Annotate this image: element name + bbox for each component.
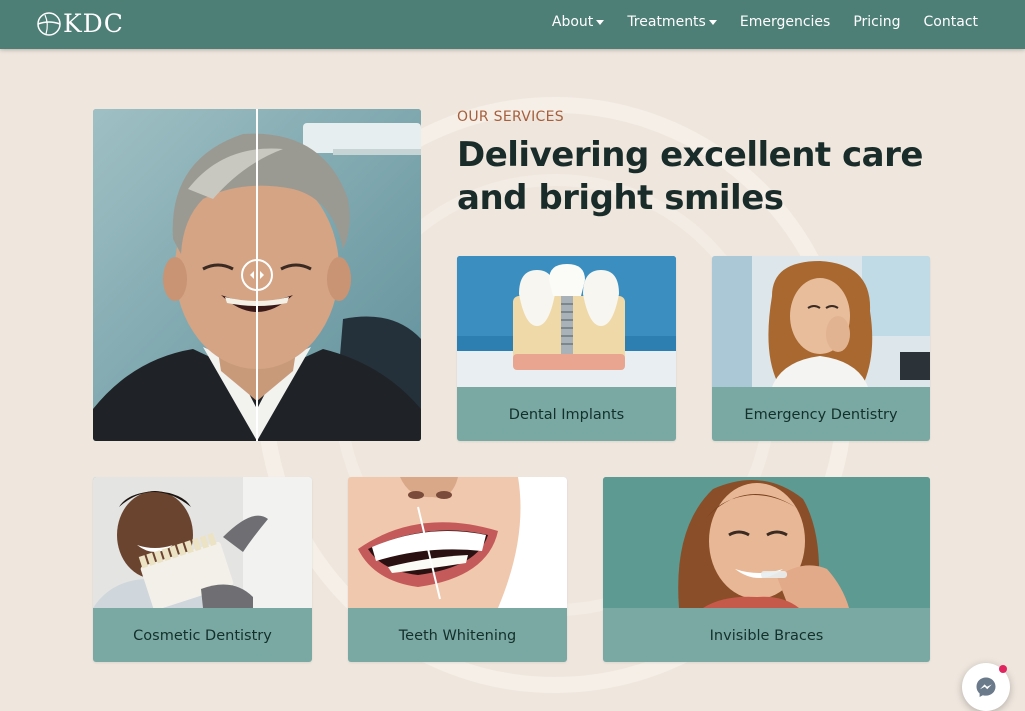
nav-contact-label: Contact [923, 14, 978, 30]
left-right-arrows-icon [250, 271, 264, 279]
top-navbar: KDC About Treatments Emergencies Pricing… [0, 0, 1025, 49]
nav-emergencies-label: Emergencies [739, 14, 831, 30]
smile-whitening-image [348, 477, 567, 608]
notification-dot [999, 665, 1007, 673]
service-card-dental-implants[interactable]: Dental Implants [457, 256, 676, 441]
nav-contact[interactable]: Contact [924, 14, 978, 30]
nav-pricing-label: Pricing [853, 14, 901, 30]
nav-about[interactable]: About [551, 14, 605, 30]
nav-emergencies[interactable]: Emergencies [740, 14, 830, 30]
nav-treatments[interactable]: Treatments [627, 14, 717, 30]
service-card-label: Invisible Braces [709, 627, 824, 644]
service-card-invisible-braces[interactable]: Invisible Braces [603, 477, 930, 662]
brand-logo[interactable]: KDC [34, 10, 124, 38]
service-card-label: Cosmetic Dentistry [133, 627, 272, 644]
clear-aligner-girl-image [603, 477, 930, 608]
tooth-logo-icon [37, 12, 61, 36]
service-card-label: Teeth Whitening [398, 627, 517, 644]
chevron-down-icon [596, 19, 605, 25]
brand-name: KDC [63, 9, 124, 38]
shade-guide-patient-image [93, 477, 312, 608]
section-heading: Delivering excellent care and bright smi… [457, 134, 947, 220]
chevron-down-icon [708, 19, 717, 25]
before-after-slider[interactable] [93, 109, 421, 441]
messenger-chat-button[interactable] [962, 663, 1010, 711]
nav-treatments-label: Treatments [627, 14, 706, 30]
nav-about-label: About [551, 14, 594, 30]
section-eyebrow: OUR SERVICES [457, 109, 564, 125]
heading-line-1: Delivering excellent care [457, 135, 923, 175]
woman-toothache-image [712, 256, 930, 387]
main-menu: About Treatments Emergencies Pricing Con… [552, 14, 978, 30]
nav-pricing[interactable]: Pricing [853, 14, 900, 30]
service-card-label: Dental Implants [508, 406, 625, 423]
service-card-teeth-whitening[interactable]: Teeth Whitening [348, 477, 567, 662]
service-card-label: Emergency Dentistry [744, 406, 898, 423]
heading-line-2: and bright smiles [457, 178, 784, 218]
service-card-cosmetic-dentistry[interactable]: Cosmetic Dentistry [93, 477, 312, 662]
compare-handle[interactable] [241, 259, 273, 291]
service-card-emergency-dentistry[interactable]: Emergency Dentistry [712, 256, 930, 441]
dental-implant-model-image [457, 256, 676, 387]
messenger-icon [976, 677, 996, 697]
